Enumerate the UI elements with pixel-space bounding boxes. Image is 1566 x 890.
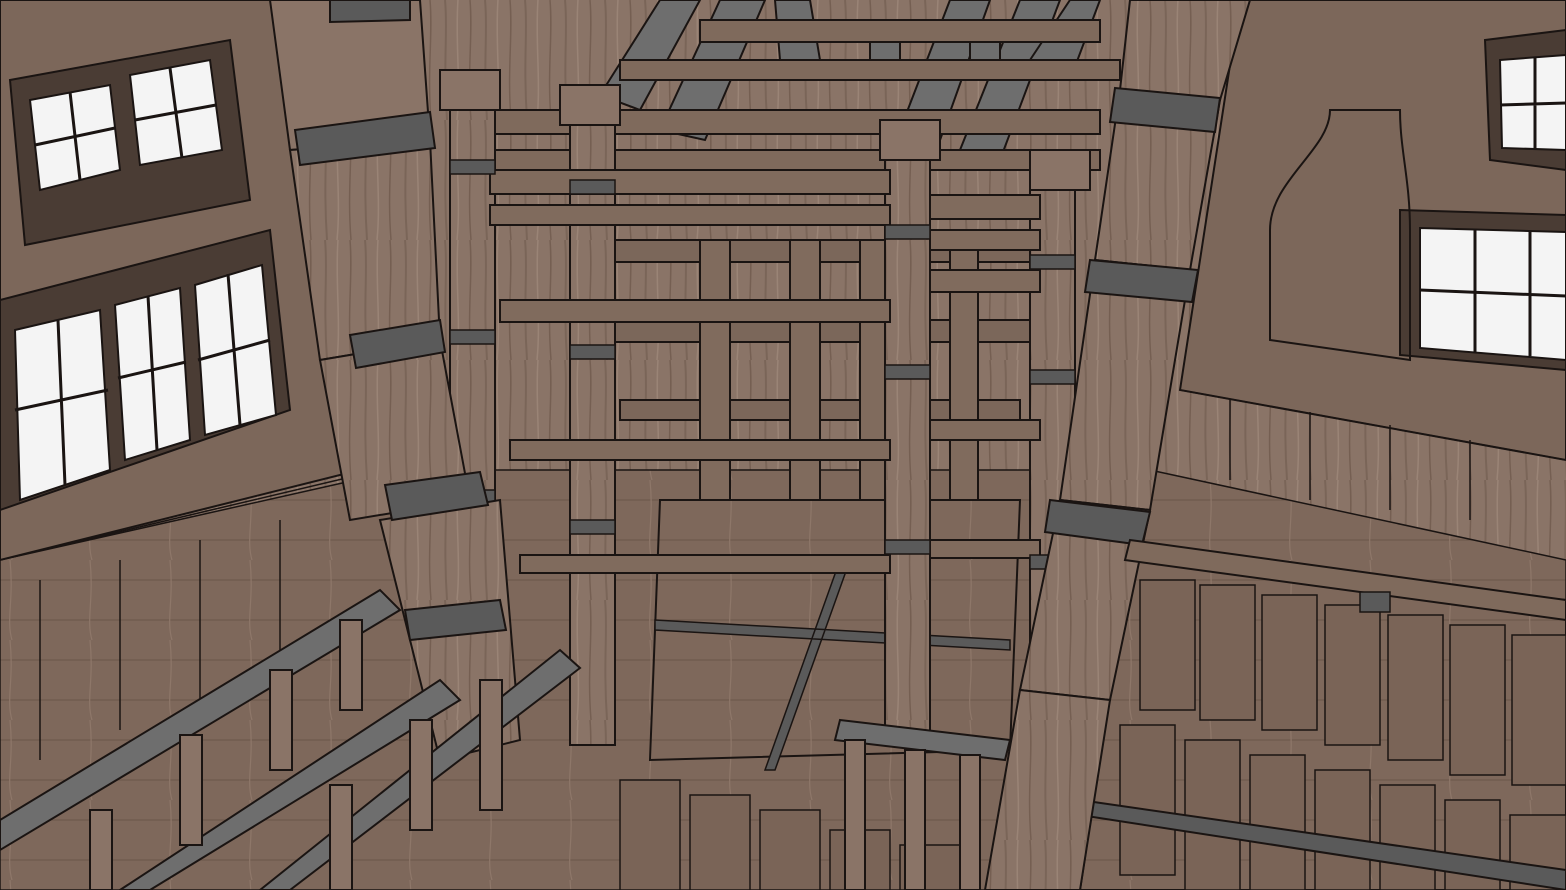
timber-frame-scene[interactable] <box>0 0 1566 890</box>
right-window-lower <box>1399 208 1566 372</box>
right-floor-bolt <box>1359 591 1391 613</box>
game-viewport[interactable] <box>0 0 1566 890</box>
right-window-upper <box>1483 28 1566 172</box>
